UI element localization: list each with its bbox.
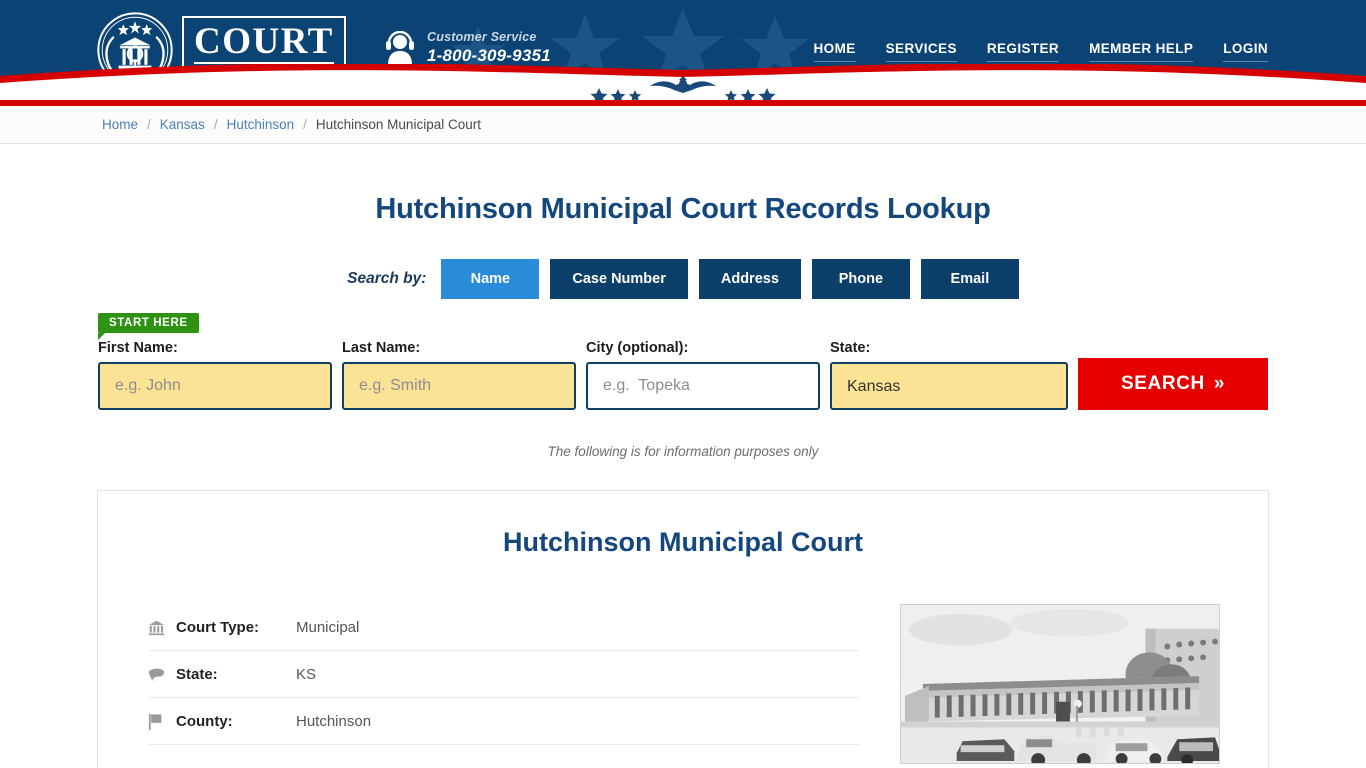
courthouse-photo bbox=[900, 604, 1220, 764]
breadcrumb-bar: Home / Kansas / Hutchinson / Hutchinson … bbox=[0, 106, 1366, 144]
county-label: County: bbox=[176, 713, 296, 730]
state-label: State: bbox=[830, 340, 1068, 356]
state-label: State: bbox=[176, 666, 296, 683]
court-type-label: Court Type: bbox=[176, 619, 296, 636]
city-field-group: City (optional): bbox=[586, 340, 820, 410]
state-value: KS bbox=[296, 666, 316, 683]
tab-address[interactable]: Address bbox=[699, 259, 801, 299]
bank-building-icon bbox=[148, 619, 176, 636]
page-title: Hutchinson Municipal Court Records Looku… bbox=[0, 144, 1366, 226]
search-button-label: SEARCH bbox=[1121, 373, 1205, 395]
breadcrumb-item-kansas[interactable]: Kansas bbox=[160, 117, 205, 132]
tab-name[interactable]: Name bbox=[441, 259, 539, 299]
court-name-title: Hutchinson Municipal Court bbox=[98, 527, 1268, 558]
table-row: State: KS bbox=[148, 651, 860, 698]
breadcrumb-item-home[interactable]: Home bbox=[102, 117, 138, 132]
tab-email[interactable]: Email bbox=[921, 259, 1019, 299]
flag-icon bbox=[148, 713, 176, 730]
breadcrumb-item-current: Hutchinson Municipal Court bbox=[316, 117, 481, 132]
nav-item-register[interactable]: REGISTER bbox=[987, 41, 1059, 62]
tab-case-number[interactable]: Case Number bbox=[550, 259, 687, 299]
last-name-field-group: Last Name: bbox=[342, 340, 576, 410]
city-input[interactable] bbox=[586, 362, 820, 410]
headset-agent-icon bbox=[385, 31, 415, 65]
main-navigation: HOME SERVICES REGISTER MEMBER HELP LOGIN bbox=[814, 41, 1268, 62]
page-content: Hutchinson Municipal Court Records Looku… bbox=[0, 144, 1366, 768]
last-name-label: Last Name: bbox=[342, 340, 576, 356]
court-info-table: Court Type: Municipal State: KS bbox=[148, 604, 860, 764]
breadcrumb: Home / Kansas / Hutchinson / Hutchinson … bbox=[102, 117, 481, 132]
last-name-input[interactable] bbox=[342, 362, 576, 410]
disclaimer-text: The following is for information purpose… bbox=[0, 444, 1366, 459]
nav-item-login[interactable]: LOGIN bbox=[1223, 41, 1268, 62]
first-name-field-group: First Name: bbox=[98, 340, 332, 410]
tab-phone[interactable]: Phone bbox=[812, 259, 910, 299]
search-form: START HERE First Name: Last Name: City (… bbox=[0, 309, 1366, 424]
table-row: County: Hutchinson bbox=[148, 698, 860, 745]
customer-service-block: Customer Service 1-800-309-9351 bbox=[385, 30, 551, 66]
map-marker-state-icon bbox=[148, 667, 176, 682]
breadcrumb-separator: / bbox=[294, 117, 316, 132]
customer-service-label: Customer Service bbox=[427, 30, 551, 45]
first-name-input[interactable] bbox=[98, 362, 332, 410]
nav-item-member-help[interactable]: MEMBER HELP bbox=[1089, 41, 1193, 62]
search-by-label: Search by: bbox=[347, 270, 426, 288]
nav-item-services[interactable]: SERVICES bbox=[886, 41, 957, 62]
city-label: City (optional): bbox=[586, 340, 820, 356]
logo-main-text: COURT bbox=[194, 23, 334, 64]
start-here-badge: START HERE bbox=[98, 313, 199, 333]
breadcrumb-item-hutchinson[interactable]: Hutchinson bbox=[227, 117, 295, 132]
site-header: COURT CASE FINDER Customer Service 1-800… bbox=[0, 0, 1366, 100]
table-row: Court Type: Municipal bbox=[148, 604, 860, 651]
first-name-label: First Name: bbox=[98, 340, 332, 356]
search-button[interactable]: SEARCH » bbox=[1078, 358, 1268, 410]
eagle-emblem-icon bbox=[0, 64, 1366, 100]
state-select[interactable]: Kansas bbox=[830, 362, 1068, 410]
breadcrumb-separator: / bbox=[138, 117, 160, 132]
county-value: Hutchinson bbox=[296, 713, 371, 730]
state-field-group: State: Kansas bbox=[830, 340, 1068, 410]
search-by-tabs: Search by: Name Case Number Address Phon… bbox=[0, 259, 1366, 299]
court-info-card: Hutchinson Municipal Court Co bbox=[97, 490, 1269, 768]
chevron-right-double-icon: » bbox=[1214, 373, 1225, 395]
breadcrumb-separator: / bbox=[205, 117, 227, 132]
court-type-value: Municipal bbox=[296, 619, 359, 636]
nav-item-home[interactable]: HOME bbox=[814, 41, 856, 62]
